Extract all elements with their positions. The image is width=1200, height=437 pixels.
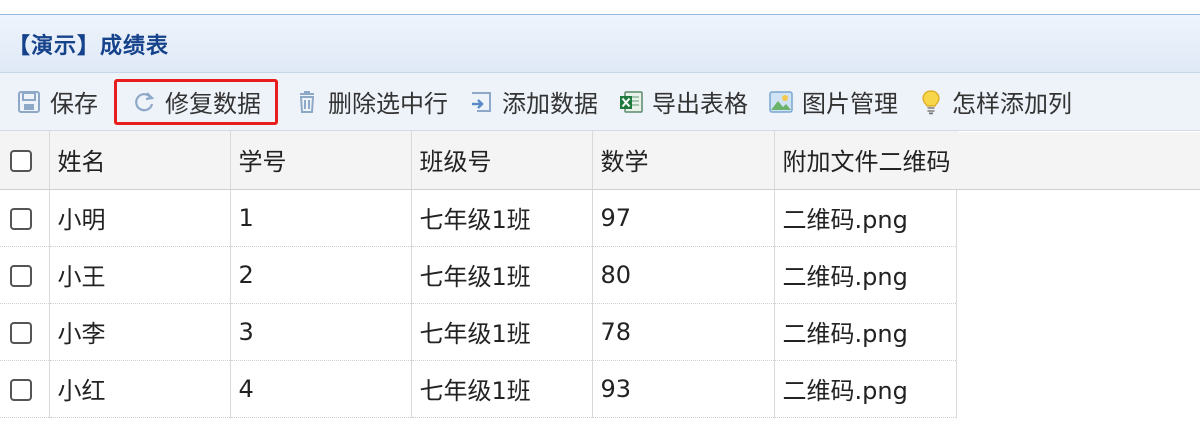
row-select-cell[interactable]: [0, 246, 50, 304]
toolbar: 保存 修复数据 删除选中行 添加数据 导出表格 图片管理 怎样添加列: [0, 73, 1200, 131]
cell-attachment[interactable]: 二维码.png: [774, 189, 957, 247]
cell-math[interactable]: 80: [592, 246, 775, 304]
row-select-cell[interactable]: [0, 189, 50, 247]
repair-data-button[interactable]: 修复数据: [114, 78, 278, 125]
row-select-cell[interactable]: [0, 360, 50, 418]
add-data-button-label: 添加数据: [502, 90, 598, 118]
select-all-cell[interactable]: [0, 131, 50, 190]
export-table-button-label: 导出表格: [652, 90, 748, 118]
table-header-row: 姓名 学号 班级号 数学 附加文件二维码: [0, 131, 957, 190]
lightbulb-icon: [918, 89, 944, 115]
excel-icon: [618, 89, 644, 115]
column-header-math[interactable]: 数学: [592, 131, 775, 190]
delete-selected-button-label: 删除选中行: [328, 90, 448, 118]
cell-class[interactable]: 七年级1班: [411, 303, 593, 361]
row-checkbox[interactable]: [10, 264, 32, 287]
cell-id[interactable]: 2: [230, 246, 412, 304]
cell-class[interactable]: 七年级1班: [411, 360, 593, 418]
cell-math[interactable]: 93: [592, 360, 775, 418]
panel-header: 【演示】成绩表: [0, 15, 1200, 73]
save-button-label: 保存: [50, 90, 98, 118]
trash-icon: [294, 89, 320, 115]
column-header-name[interactable]: 姓名: [49, 131, 231, 190]
row-select-cell[interactable]: [0, 303, 50, 361]
image-manage-button[interactable]: 图片管理: [758, 79, 908, 125]
table-row[interactable]: 小李 3 七年级1班 78 二维码.png: [0, 303, 957, 361]
cell-name[interactable]: 小李: [49, 303, 231, 361]
cell-class[interactable]: 七年级1班: [411, 246, 593, 304]
image-manage-button-label: 图片管理: [802, 90, 898, 118]
select-all-checkbox[interactable]: [10, 149, 32, 172]
cell-math[interactable]: 97: [592, 189, 775, 247]
cell-name[interactable]: 小王: [49, 246, 231, 304]
image-icon: [768, 89, 794, 115]
cell-id[interactable]: 1: [230, 189, 412, 247]
cell-name[interactable]: 小明: [49, 189, 231, 247]
grid-header-filler: [956, 132, 1200, 190]
how-to-add-column-button[interactable]: 怎样添加列: [908, 79, 1082, 125]
cell-name[interactable]: 小红: [49, 360, 231, 418]
save-icon: [16, 89, 42, 115]
refresh-icon: [131, 89, 157, 115]
repair-data-button-label: 修复数据: [165, 90, 261, 118]
cell-attachment[interactable]: 二维码.png: [774, 246, 957, 304]
cell-id[interactable]: 4: [230, 360, 412, 418]
cell-class[interactable]: 七年级1班: [411, 189, 593, 247]
table-row[interactable]: 小红 4 七年级1班 93 二维码.png: [0, 360, 957, 418]
delete-selected-button[interactable]: 删除选中行: [284, 79, 458, 125]
export-table-button[interactable]: 导出表格: [608, 79, 758, 125]
save-button[interactable]: 保存: [6, 79, 108, 125]
table-row[interactable]: 小明 1 七年级1班 97 二维码.png: [0, 189, 957, 247]
add-data-button[interactable]: 添加数据: [458, 79, 608, 125]
score-table: 姓名 学号 班级号 数学 附加文件二维码 小明 1 七年级1班 97 二维码.p…: [0, 131, 957, 418]
add-data-icon: [468, 89, 494, 115]
grid-panel: 【演示】成绩表 保存 修复数据 删除选中行 添加数据 导出表格 图片管理 怎样添…: [0, 14, 1200, 437]
column-header-attachment[interactable]: 附加文件二维码: [774, 131, 957, 190]
how-to-add-column-button-label: 怎样添加列: [952, 90, 1072, 118]
cell-id[interactable]: 3: [230, 303, 412, 361]
column-header-id[interactable]: 学号: [230, 131, 412, 190]
row-checkbox[interactable]: [10, 378, 32, 401]
panel-title: 【演示】成绩表: [8, 33, 170, 59]
cell-attachment[interactable]: 二维码.png: [774, 360, 957, 418]
table-row[interactable]: 小王 2 七年级1班 80 二维码.png: [0, 246, 957, 304]
column-header-class[interactable]: 班级号: [411, 131, 593, 190]
row-checkbox[interactable]: [10, 321, 32, 344]
cell-attachment[interactable]: 二维码.png: [774, 303, 957, 361]
cell-math[interactable]: 78: [592, 303, 775, 361]
row-checkbox[interactable]: [10, 207, 32, 230]
